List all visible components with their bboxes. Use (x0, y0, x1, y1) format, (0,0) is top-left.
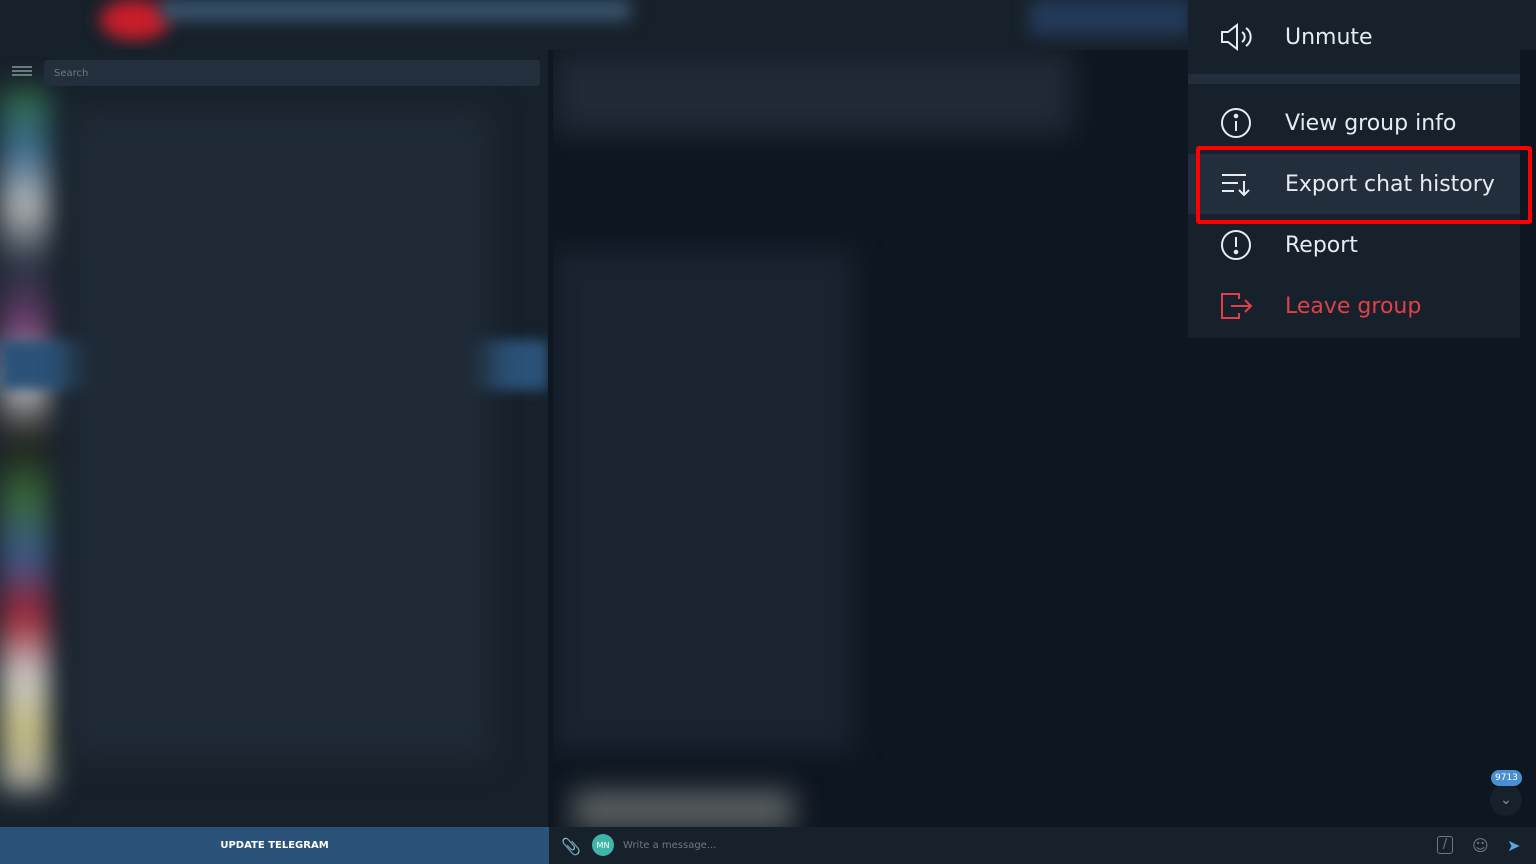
menu-separator (1188, 74, 1520, 84)
chevron-down-icon: ⌄ (1500, 792, 1512, 808)
menu-item-export-chat-history[interactable]: Export chat history (1188, 154, 1520, 214)
context-menu: Unmute View group info Export chat histo… (1188, 0, 1520, 338)
hamburger-menu-icon[interactable] (12, 64, 32, 80)
message-composer: 📎 MN / ☺ ➤ (549, 827, 1536, 864)
search-input[interactable] (44, 60, 540, 86)
blurred-avatars (0, 90, 50, 790)
blurred-chat-header (553, 50, 1073, 135)
menu-item-label: View group info (1285, 110, 1457, 136)
message-input[interactable] (623, 833, 1423, 857)
unread-badge: 9713 (1491, 770, 1522, 786)
menu-item-view-group-info[interactable]: View group info (1188, 93, 1520, 153)
send-icon[interactable]: ➤ (1507, 836, 1520, 855)
blurred-content (160, 0, 630, 20)
leave-icon (1218, 288, 1254, 324)
info-icon (1218, 105, 1254, 141)
attach-icon[interactable]: 📎 (561, 837, 581, 856)
blurred-chat-rows (70, 110, 490, 760)
blurred-message (573, 790, 793, 827)
scroll-down-button[interactable]: ⌄ (1490, 784, 1522, 816)
chat-list-sidebar (0, 50, 548, 827)
speaker-icon (1218, 19, 1254, 55)
menu-item-leave-group[interactable]: Leave group (1188, 276, 1520, 336)
blurred-messages (553, 250, 853, 750)
bot-command-icon[interactable]: / (1437, 836, 1453, 854)
alert-icon (1218, 227, 1254, 263)
menu-item-unmute[interactable]: Unmute (1188, 7, 1520, 67)
blurred-content (1030, 0, 1190, 35)
update-telegram-button[interactable]: UPDATE TELEGRAM (0, 827, 549, 864)
export-list-icon (1218, 166, 1254, 202)
menu-item-report[interactable]: Report (1188, 215, 1520, 275)
menu-item-label: Export chat history (1285, 171, 1495, 197)
avatar[interactable]: MN (592, 834, 614, 856)
menu-item-label: Unmute (1285, 24, 1373, 50)
menu-item-label: Report (1285, 232, 1358, 258)
menu-item-label: Leave group (1285, 293, 1422, 319)
emoji-icon[interactable]: ☺ (1472, 836, 1489, 855)
